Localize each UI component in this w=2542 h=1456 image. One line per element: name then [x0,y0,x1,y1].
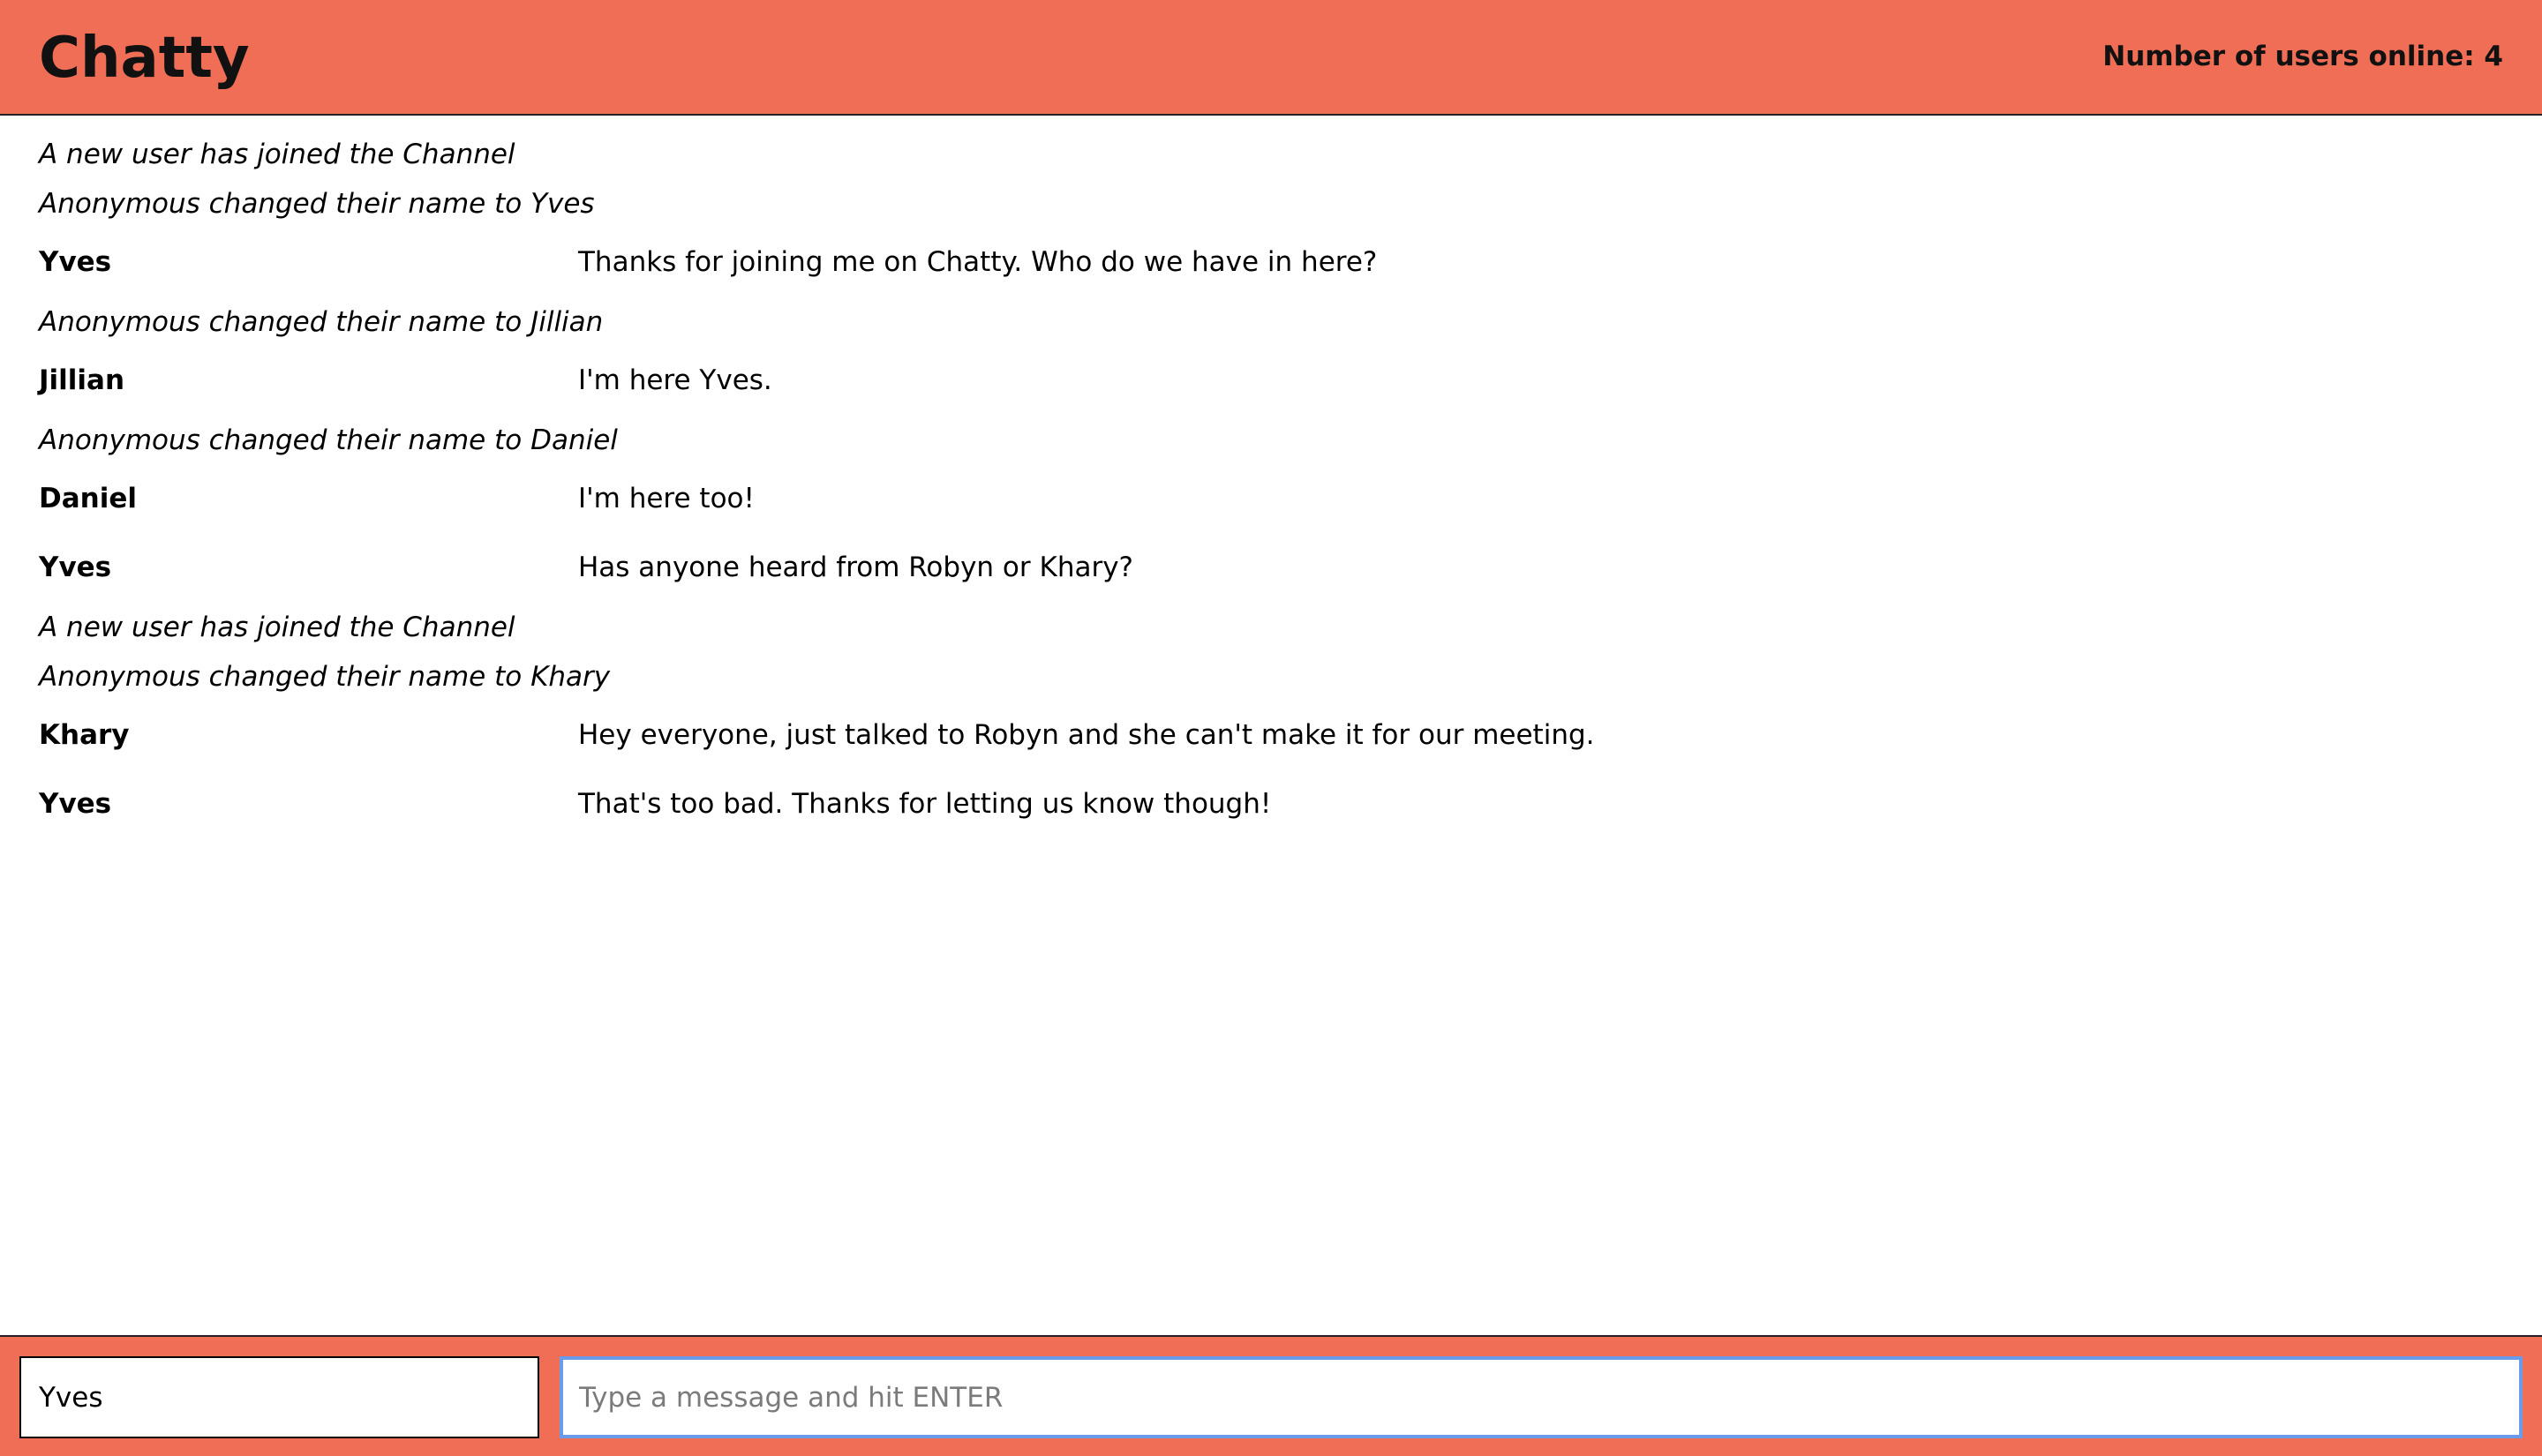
message-content: I'm here too! [578,483,755,514]
chatty-app: Chatty Number of users online: 4 A new u… [0,0,2542,1456]
users-online-count: Number of users online: 4 [2102,41,2503,72]
message-content: I'm here Yves. [578,364,772,396]
message-list-container[interactable]: A new user has joined the Channel Anonymo… [0,117,2542,1335]
message-content: Hey everyone, just talked to Robyn and s… [578,719,1595,751]
system-notification: Anonymous changed their name to Khary [39,661,611,693]
chat-message: Yves Thanks for joining me on Chatty. Who… [0,236,2542,304]
message-username: Daniel [39,483,137,514]
message-username: Jillian [39,364,125,396]
message-list: A new user has joined the Channel Anonymo… [0,117,2542,846]
system-notification: Anonymous changed their name to Jillian [39,306,604,338]
message-content: Has anyone heard from Robyn or Khary? [578,552,1134,583]
system-notification: Anonymous changed their name to Yves [39,188,595,220]
chat-message: Jillian I'm here Yves. [0,354,2542,423]
chat-bar [0,1335,2542,1456]
message-username: Yves [39,552,112,583]
system-notification: Anonymous changed their name to Daniel [39,424,618,456]
chat-message: Yves That's too bad. Thanks for letting u… [0,777,2542,846]
message-content: Thanks for joining me on Chatty. Who do … [578,246,1378,278]
chat-message: Daniel I'm here too! [0,472,2542,541]
message-content: That's too bad. Thanks for letting us kn… [578,788,1272,820]
message-input[interactable] [560,1356,2523,1438]
system-notification: A new user has joined the Channel [39,612,515,643]
app-title: Chatty [39,26,250,91]
message-username: Yves [39,246,112,278]
username-input[interactable] [19,1356,539,1438]
message-username: Yves [39,788,112,820]
chat-message: Khary Hey everyone, just talked to Robyn … [0,709,2542,777]
message-username: Khary [39,719,130,751]
chat-message: Yves Has anyone heard from Robyn or Khary… [0,541,2542,610]
system-notification: A new user has joined the Channel [39,139,515,170]
navbar: Chatty Number of users online: 4 [0,0,2542,116]
